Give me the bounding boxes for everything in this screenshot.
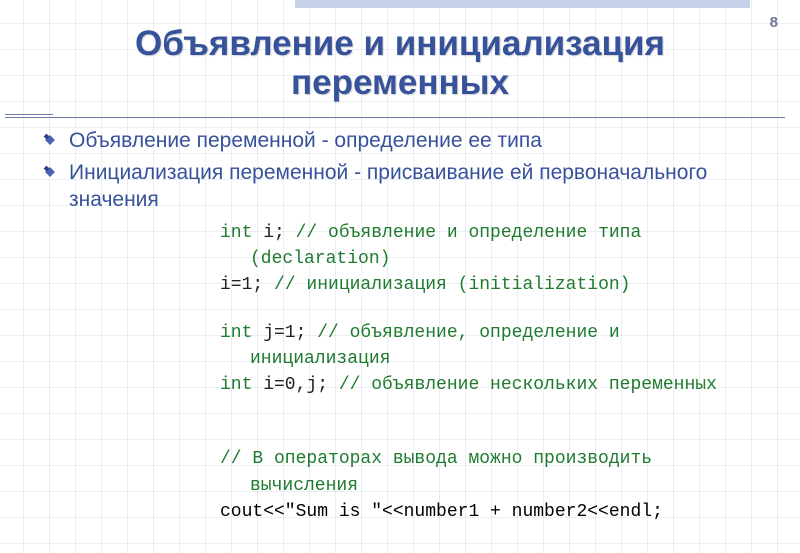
code-keyword: int bbox=[220, 375, 252, 395]
code-line: (declaration) bbox=[220, 247, 780, 271]
bullet-item: Инициализация переменной - присваивание … bbox=[43, 160, 780, 213]
code-comment: // объявление и определение типа bbox=[296, 223, 642, 243]
title-line-1: Объявление и инициализация bbox=[135, 24, 665, 63]
rule-long bbox=[5, 117, 785, 118]
diamond-bullet-icon bbox=[43, 133, 57, 147]
code-text: cout<<"Sum is "<<number1 + number2<<endl… bbox=[220, 502, 663, 522]
code-line: i=1; // инициализация (initialization) bbox=[220, 273, 780, 297]
code-line: // В операторах вывода можно производить bbox=[220, 447, 780, 471]
code-text: i=1; bbox=[220, 275, 274, 295]
code-line: cout<<"Sum is "<<number1 + number2<<endl… bbox=[220, 500, 780, 524]
code-comment: // инициализация (initialization) bbox=[274, 275, 630, 295]
code-comment: вычисления bbox=[250, 476, 358, 496]
code-text: i=0,j; bbox=[252, 375, 338, 395]
bullet-list: Объявление переменной - определение ее т… bbox=[25, 128, 780, 213]
code-comment: инициализация bbox=[250, 349, 390, 369]
code-comment: // объявление нескольких переменных bbox=[339, 375, 717, 395]
code-comment: // объявление, определение и bbox=[317, 323, 619, 343]
code-line: int i; // объявление и определение типа bbox=[220, 221, 780, 245]
diamond-bullet-icon bbox=[43, 165, 57, 179]
top-accent-bar bbox=[295, 0, 750, 8]
code-comment: // В операторах вывода можно производить bbox=[220, 449, 652, 469]
bullet-text: Объявление переменной - определение ее т… bbox=[69, 129, 542, 152]
code-keyword: int bbox=[220, 223, 252, 243]
bullet-text: Инициализация переменной - присваивание … bbox=[69, 161, 707, 210]
code-keyword: int bbox=[220, 323, 252, 343]
code-comment: (declaration) bbox=[250, 249, 390, 269]
title-line-2: переменных bbox=[291, 63, 509, 102]
code-line: int i=0,j; // объявление нескольких пере… bbox=[220, 373, 780, 397]
slide-title: Объявление и инициализация переменных bbox=[0, 24, 800, 102]
code-text: j=1; bbox=[252, 323, 317, 343]
rule-short bbox=[5, 114, 53, 115]
code-line: вычисления bbox=[220, 474, 780, 498]
body-area: Объявление переменной - определение ее т… bbox=[25, 114, 780, 526]
bullet-item: Объявление переменной - определение ее т… bbox=[43, 128, 780, 154]
code-block: int i; // объявление и определение типа … bbox=[220, 221, 780, 524]
code-line: инициализация bbox=[220, 347, 780, 371]
code-line: int j=1; // объявление, определение и bbox=[220, 321, 780, 345]
code-text: i; bbox=[252, 223, 295, 243]
